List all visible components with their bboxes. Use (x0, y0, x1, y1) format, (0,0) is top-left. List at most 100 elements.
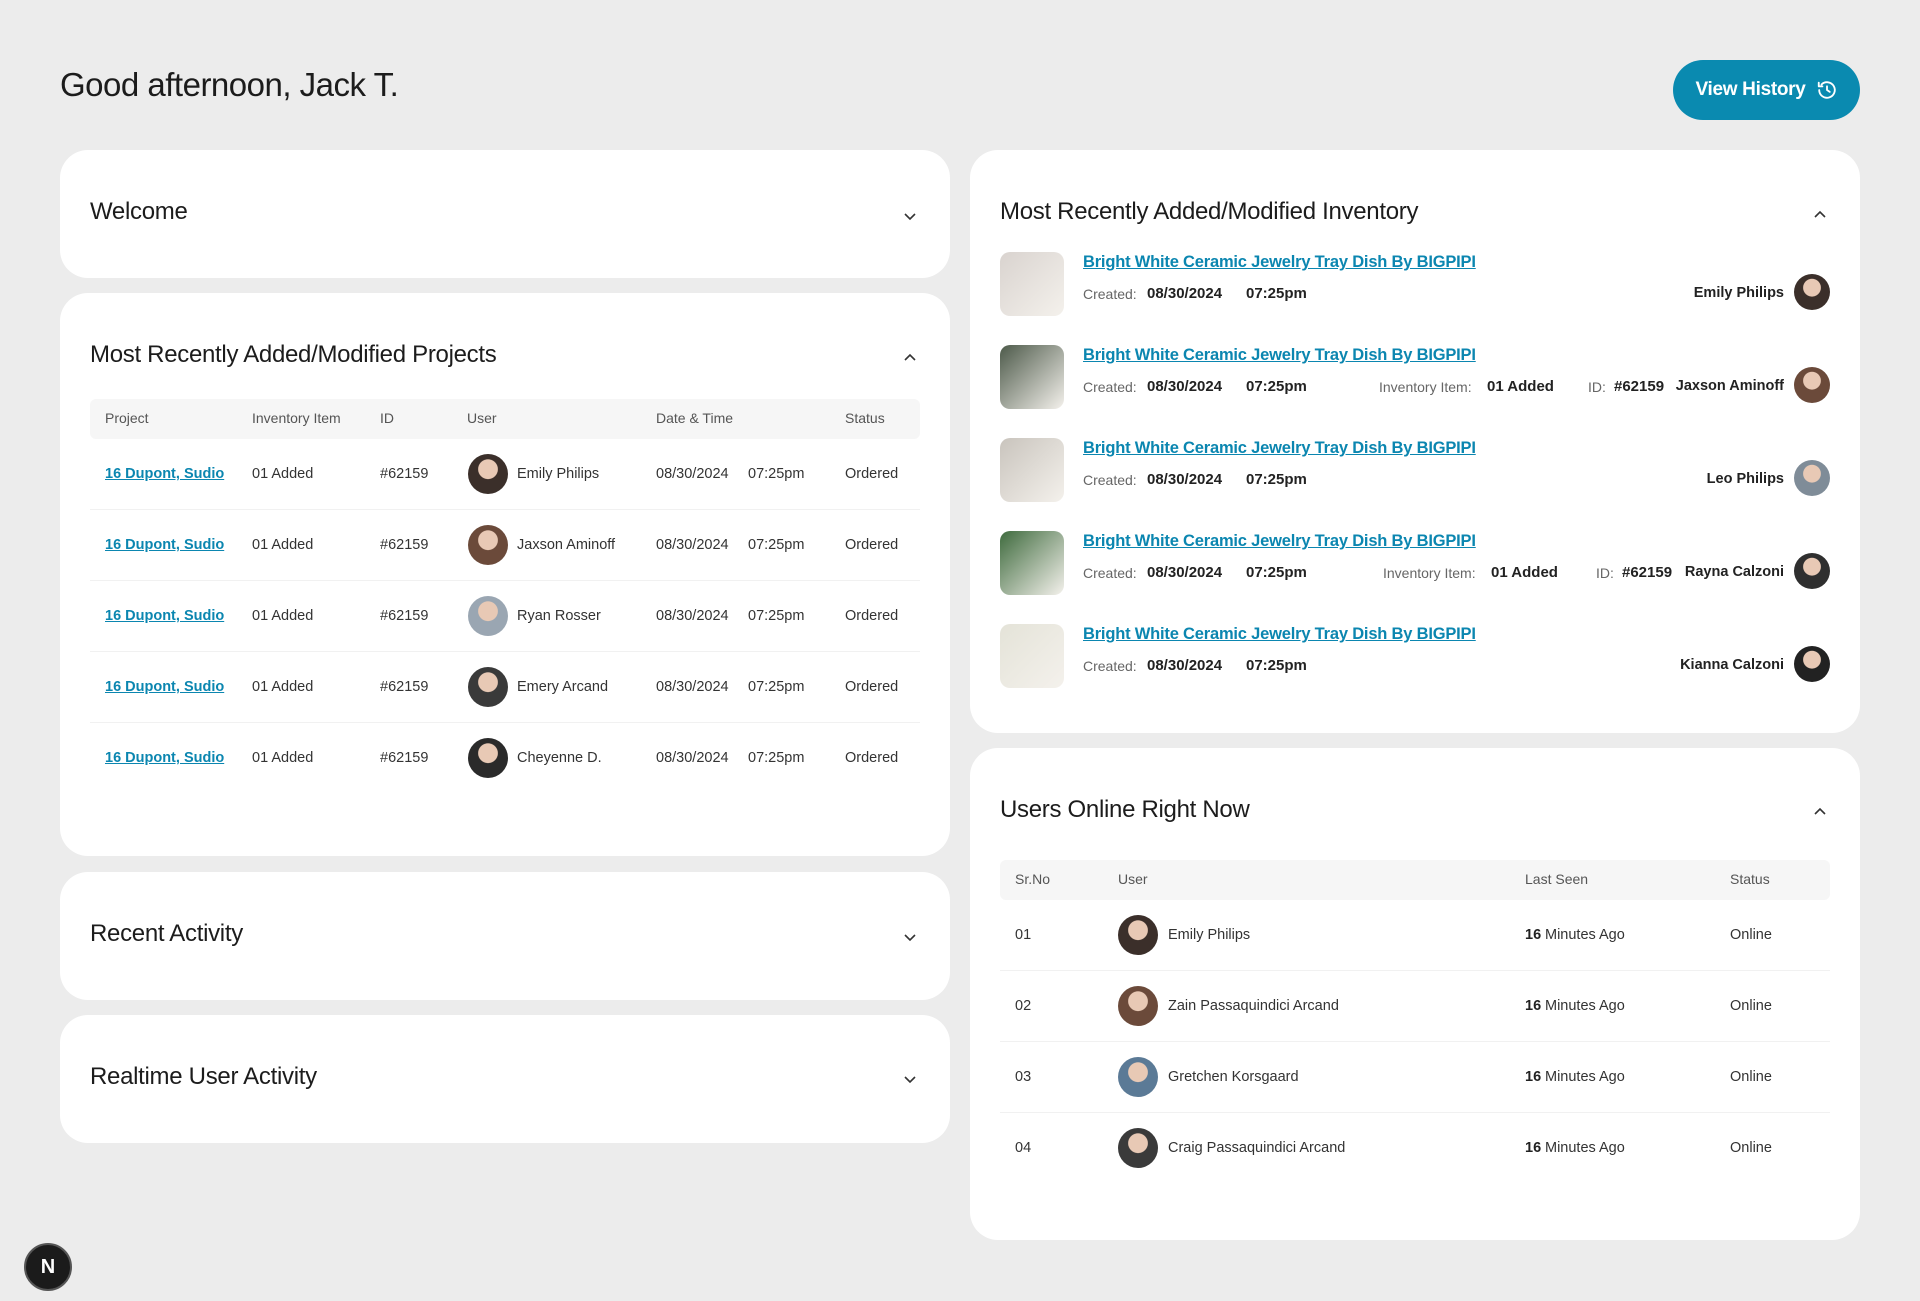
last-seen-number: 16 (1525, 927, 1542, 943)
user-name: Jaxson Aminoff (1675, 378, 1784, 394)
created-date: 08/30/2024 (1147, 471, 1223, 488)
date-cell: 08/30/2024 (656, 537, 729, 553)
product-thumbnail[interactable] (1000, 345, 1064, 409)
product-link[interactable]: Bright White Ceramic Jewelry Tray Dish B… (1083, 346, 1476, 365)
project-link[interactable]: 16 Dupont, Sudio (105, 750, 224, 766)
project-link[interactable]: 16 Dupont, Sudio (105, 679, 224, 695)
user-name-cell: Cheyenne D. (517, 750, 602, 766)
user-name: Rayna Calzoni (1684, 564, 1784, 580)
table-row: 02 Zain Passaquindici Arcand 16 Minutes Ago… (1000, 971, 1830, 1042)
inventory-item-cell: 01 Added (252, 750, 314, 766)
column-header: User (467, 410, 497, 426)
badge-letter: N (40, 1255, 56, 1278)
inventory-item-cell: 01 Added (252, 537, 314, 553)
avatar (468, 454, 508, 494)
user-name-cell: Emily Philips (1168, 927, 1251, 943)
view-history-label: View History (1695, 79, 1806, 100)
user-name: Emily Philips (1693, 285, 1784, 301)
product-thumbnail[interactable] (1000, 624, 1064, 688)
welcome-title: Welcome (90, 198, 188, 225)
id-label: ID: (1588, 379, 1606, 395)
inventory-item-cell: 01 Added (252, 679, 314, 695)
table-row: 16 Dupont, Sudio 01 Added #62159 Emery Arca… (90, 652, 920, 723)
avatar (1794, 460, 1830, 496)
inventory-item: Bright White Ceramic Jewelry Tray Dish B… (1000, 252, 1830, 318)
table-row: 16 Dupont, Sudio 01 Added #62159 Jaxson Ami… (90, 510, 920, 581)
chevron-down-icon[interactable] (902, 1071, 918, 1087)
avatar (1118, 1128, 1158, 1168)
product-thumbnail[interactable] (1000, 438, 1064, 502)
avatar (1794, 367, 1830, 403)
recent-activity-title: Recent Activity (90, 920, 243, 947)
created-label: Created: (1083, 658, 1137, 674)
status-cell: Ordered (845, 537, 899, 553)
projects-title: Most Recently Added/Modified Projects (90, 341, 497, 368)
inventory-title: Most Recently Added/Modified Inventory (1000, 198, 1419, 225)
project-link[interactable]: 16 Dupont, Sudio (105, 608, 224, 624)
table-row: 03 Gretchen Korsgaard 16 Minutes Ago Online (1000, 1042, 1830, 1113)
date-cell: 08/30/2024 (656, 608, 729, 624)
created-time: 07:25pm (1246, 657, 1307, 674)
recent-activity-card: Recent Activity (60, 872, 950, 1000)
created-time: 07:25pm (1246, 378, 1307, 395)
status-cell: Online (1730, 1069, 1772, 1085)
created-time: 07:25pm (1246, 471, 1307, 488)
product-link[interactable]: Bright White Ceramic Jewelry Tray Dish B… (1083, 439, 1476, 458)
table-row: 04 Craig Passaquindici Arcand 16 Minutes Ag… (1000, 1113, 1830, 1184)
id-label: ID: (1596, 565, 1614, 581)
avatar (1118, 915, 1158, 955)
users-online-card: Users Online Right Now Sr.No User Last S… (970, 748, 1860, 1240)
created-label: Created: (1083, 472, 1137, 488)
column-header: Date & Time (656, 410, 734, 426)
user-name-cell: Zain Passaquindici Arcand (1168, 998, 1339, 1014)
avatar (1118, 986, 1158, 1026)
history-clock-icon (1817, 81, 1836, 99)
project-link[interactable]: 16 Dupont, Sudio (105, 537, 224, 553)
project-link[interactable]: 16 Dupont, Sudio (105, 466, 224, 482)
inventory-item-label: Inventory Item: (1379, 379, 1472, 395)
table-row: 16 Dupont, Sudio 01 Added #62159 Cheyenne D… (90, 723, 920, 794)
chevron-up-icon[interactable] (902, 350, 918, 366)
column-header: User (1118, 871, 1148, 887)
inventory-item-value: 01 Added (1487, 378, 1554, 395)
inventory-item: Bright White Ceramic Jewelry Tray Dish B… (1000, 438, 1830, 504)
chevron-up-icon[interactable] (1812, 804, 1828, 820)
product-thumbnail[interactable] (1000, 531, 1064, 595)
app-badge-icon[interactable]: N (24, 1243, 72, 1291)
inventory-item: Bright White Ceramic Jewelry Tray Dish B… (1000, 531, 1830, 597)
status-cell: Ordered (845, 466, 899, 482)
created-time: 07:25pm (1246, 285, 1307, 302)
last-seen-text: Minutes Ago (1545, 1140, 1625, 1156)
projects-table: Project Inventory Item ID User Date & Ti… (90, 399, 920, 794)
product-link[interactable]: Bright White Ceramic Jewelry Tray Dish B… (1083, 253, 1476, 272)
product-thumbnail[interactable] (1000, 252, 1064, 316)
table-row: 01 Emily Philips 16 Minutes Ago Online (1000, 900, 1830, 971)
avatar (468, 596, 508, 636)
id-value: #62159 (1614, 378, 1665, 395)
product-link[interactable]: Bright White Ceramic Jewelry Tray Dish B… (1083, 532, 1476, 551)
page-greeting: Good afternoon, Jack T. (60, 66, 399, 103)
id-cell: #62159 (380, 608, 429, 624)
created-label: Created: (1083, 379, 1137, 395)
status-cell: Ordered (845, 608, 899, 624)
date-cell: 08/30/2024 (656, 679, 729, 695)
view-history-button[interactable]: View History (1673, 60, 1860, 120)
time-cell: 07:25pm (748, 750, 805, 766)
column-header: Sr.No (1015, 871, 1051, 887)
user-name-cell: Emery Arcand (517, 679, 609, 695)
status-cell: Online (1730, 927, 1772, 943)
chevron-down-icon[interactable] (902, 929, 918, 945)
chevron-down-icon[interactable] (902, 208, 918, 224)
last-seen-text: Minutes Ago (1545, 998, 1625, 1014)
product-link[interactable]: Bright White Ceramic Jewelry Tray Dish B… (1083, 625, 1476, 644)
created-date: 08/30/2024 (1147, 378, 1223, 395)
date-cell: 08/30/2024 (656, 466, 729, 482)
inventory-item-cell: 01 Added (252, 608, 314, 624)
inventory-item-cell: 01 Added (252, 466, 314, 482)
created-date: 08/30/2024 (1147, 564, 1223, 581)
chevron-up-icon[interactable] (1812, 207, 1828, 223)
created-label: Created: (1083, 286, 1137, 302)
sr-no-cell: 03 (1015, 1069, 1032, 1085)
user-name-cell: Ryan Rosser (517, 608, 601, 624)
status-cell: Online (1730, 998, 1772, 1014)
